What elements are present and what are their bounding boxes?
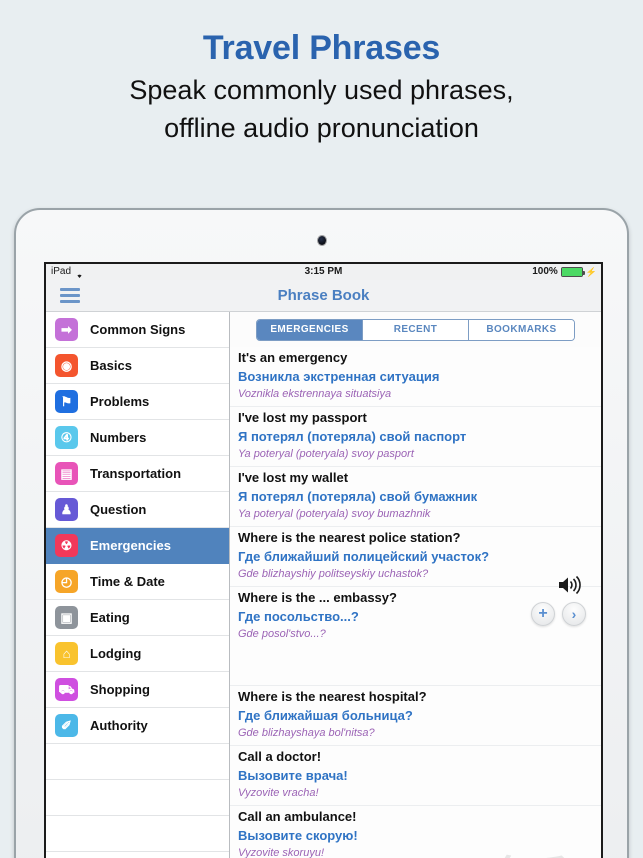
sidebar-empty-row	[46, 744, 229, 780]
sidebar-item-emergencies[interactable]: ☢ Emergencies	[46, 528, 229, 564]
phrase-transliteration: Vyzovite skoruyu!	[238, 847, 325, 858]
sidebar-item-numbers[interactable]: ④ Numbers	[46, 420, 229, 456]
sidebar-item-label: Transportation	[90, 466, 182, 481]
sidebar-item-label: Problems	[90, 394, 150, 409]
floating-controls: + ›	[521, 574, 591, 632]
phrase-english: Where is the nearest hospital?	[238, 689, 427, 704]
phrase-translation: Я потерял (потеряла) свой бумажник	[238, 489, 478, 504]
phrase-transliteration: Ya poteryal (poteryala) svoy bumazhnik	[238, 508, 431, 520]
promo-subtitle-line2: offline audio pronunciation	[164, 113, 479, 143]
person-icon: ♟	[55, 498, 78, 521]
sidebar-item-label: Basics	[90, 358, 132, 373]
phrase-row[interactable]: I've lost my passport Я потерял (потеряла…	[230, 407, 601, 467]
status-bar-right: 100% ⚡	[532, 264, 597, 280]
app-navbar: Phrase Book	[46, 280, 601, 312]
sidebar-item-question[interactable]: ♟ Question	[46, 492, 229, 528]
sidebar-item-label: Lodging	[90, 646, 142, 661]
sidebar-item-common-signs[interactable]: ➡ Common Signs	[46, 312, 229, 348]
sidebar-item-authority[interactable]: ✐ Authority	[46, 708, 229, 744]
sidebar-item-basics[interactable]: ◉ Basics	[46, 348, 229, 384]
lightning-bolt-icon: ⚡	[585, 267, 597, 277]
siren-icon: ☢	[55, 534, 78, 557]
bus-icon: ▤	[55, 462, 78, 485]
signpost-icon: ➡	[55, 318, 78, 341]
promo-subtitle-line1: Speak commonly used phrases,	[129, 75, 514, 105]
navbar-title: Phrase Book	[277, 287, 370, 304]
sidebar-item-label: Common Signs	[90, 322, 186, 337]
phrase-english: Where is the nearest police station?	[238, 530, 461, 545]
pen-icon: ✐	[55, 714, 78, 737]
sidebar-item-label: Emergencies	[90, 538, 171, 553]
phrase-translation: Вызовите скорую!	[238, 828, 358, 843]
phrase-english: I've lost my passport	[238, 410, 367, 425]
sidebar-empty-row	[46, 780, 229, 816]
tab-bookmarks[interactable]: BOOKMARKS	[469, 320, 574, 340]
tab-recent[interactable]: RECENT	[363, 320, 469, 340]
clock-icon: ◴	[55, 570, 78, 593]
sidebar-item-time-date[interactable]: ◴ Time & Date	[46, 564, 229, 600]
status-bar-time: 3:15 PM	[304, 266, 343, 277]
front-camera-icon	[317, 236, 326, 245]
phrase-translation: Вызовите врача!	[238, 768, 348, 783]
phrase-transliteration: Voznikla ekstrennaya situatsiya	[238, 388, 392, 400]
puzzle-icon: ⚑	[55, 390, 78, 413]
battery-icon	[560, 267, 585, 277]
next-phrase-button[interactable]: ›	[562, 602, 586, 626]
segmented-control-wrap: EMERGENCIES RECENT BOOKMARKS	[230, 312, 601, 347]
ipad-device-frame: iPad 3:15 PM 100% ⚡ Phrase Book ➡ Common…	[14, 208, 629, 858]
sidebar-item-eating[interactable]: ▣ Eating	[46, 600, 229, 636]
phrase-translation: Я потерял (потеряла) свой паспорт	[238, 429, 467, 444]
page-root: Travel Phrases Speak commonly used phras…	[0, 0, 643, 858]
battery-percent-label: 100%	[532, 266, 558, 277]
phrase-row[interactable]: I've lost my wallet Я потерял (потеряла) …	[230, 467, 601, 527]
number-circle-icon: ④	[55, 426, 78, 449]
house-icon: ⌂	[55, 642, 78, 665]
phrase-transliteration: Ya poteryal (poteryala) svoy pasport	[238, 448, 414, 460]
phrase-english: It's an emergency	[238, 350, 348, 365]
page-title: Travel Phrases	[202, 29, 441, 67]
speech-circle-icon: ◉	[55, 354, 78, 377]
phrase-row[interactable]: Where is the nearest hospital? Где ближай…	[230, 686, 601, 746]
phrase-translation: Возникла экстренная ситуация	[238, 369, 440, 384]
phrase-row[interactable]: It's an emergency Возникла экстренная сит…	[230, 347, 601, 407]
sidebar-item-label: Eating	[90, 610, 130, 625]
sidebar-item-label: Shopping	[90, 682, 150, 697]
tab-emergencies[interactable]: EMERGENCIES	[257, 320, 363, 340]
sidebar-item-label: Time & Date	[90, 574, 165, 589]
add-bookmark-button[interactable]: +	[531, 602, 555, 626]
phrase-translation: Где ближайшая больница?	[238, 708, 413, 723]
phrase-english: I've lost my wallet	[238, 470, 349, 485]
promo-header: Travel Phrases Speak commonly used phras…	[0, 0, 643, 146]
food-tray-icon: ▣	[55, 606, 78, 629]
phrase-transliteration: Gde blizhayshaya bol'nitsa?	[238, 727, 375, 739]
phrase-row[interactable]: Call a doctor! Вызовите врача! Vyzovite vr…	[230, 746, 601, 806]
sidebar-item-transportation[interactable]: ▤ Transportation	[46, 456, 229, 492]
status-bar: iPad 3:15 PM 100% ⚡	[46, 264, 601, 280]
shopping-cart-icon: ⛟	[55, 678, 78, 701]
phrase-row[interactable]: Call an ambulance! Вызовите скорую! Vyzovi…	[230, 806, 601, 858]
segmented-control: EMERGENCIES RECENT BOOKMARKS	[256, 319, 575, 341]
sidebar-empty-row	[46, 816, 229, 852]
category-sidebar: ➡ Common Signs ◉ Basics ⚑ Problems ④ Numbers ▤ Tr…	[46, 312, 230, 858]
phrase-panel: EMERGENCIES RECENT BOOKMARKS It's an emerg…	[230, 312, 601, 858]
sidebar-item-shopping[interactable]: ⛟ Shopping	[46, 672, 229, 708]
sidebar-item-label: Authority	[90, 718, 148, 733]
phrase-english: Call a doctor!	[238, 749, 322, 764]
ipad-screen: iPad 3:15 PM 100% ⚡ Phrase Book ➡ Common…	[44, 262, 603, 858]
sidebar-item-lodging[interactable]: ⌂ Lodging	[46, 636, 229, 672]
phrase-english: Call an ambulance!	[238, 809, 357, 824]
sidebar-item-problems[interactable]: ⚑ Problems	[46, 384, 229, 420]
speaker-volume-icon[interactable]	[557, 574, 583, 596]
sidebar-item-label: Numbers	[90, 430, 147, 445]
sidebar-item-label: Question	[90, 502, 147, 517]
app-content: ➡ Common Signs ◉ Basics ⚑ Problems ④ Numbers ▤ Tr…	[46, 312, 601, 858]
phrase-translation: Где ближайший полицейский участок?	[238, 549, 490, 564]
phrase-transliteration: Vyzovite vracha!	[238, 787, 319, 799]
